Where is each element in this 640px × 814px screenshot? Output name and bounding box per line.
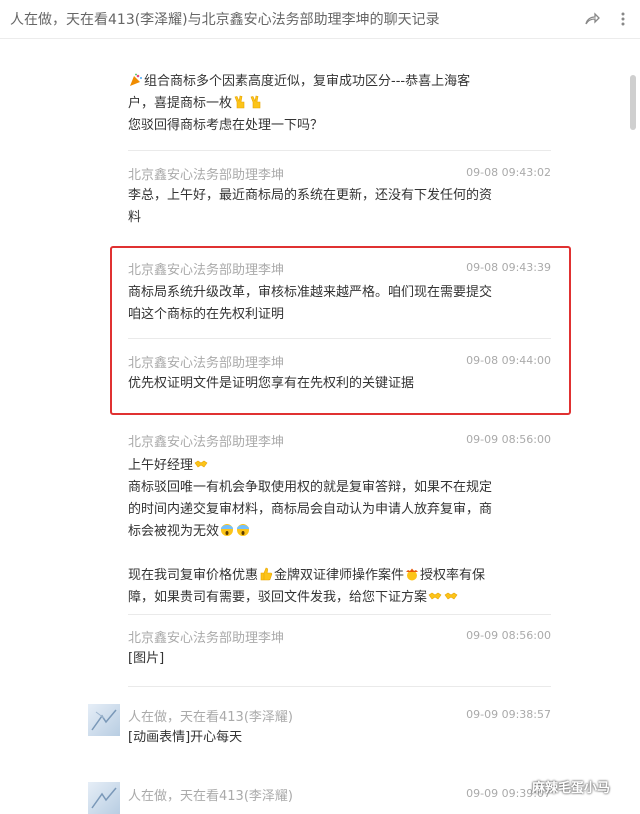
message-time: 09-08 09:43:02 bbox=[466, 166, 551, 179]
message-time: 09-08 09:43:39 bbox=[466, 261, 551, 274]
message-line: 障，如果贵司有需要，驳回文件发我，给您下证方案 bbox=[128, 590, 428, 605]
window-title: 人在做，天在看413(李泽耀)与北京鑫安心法务部助理李坤的聊天记录 bbox=[10, 12, 440, 28]
avatar[interactable] bbox=[88, 782, 120, 814]
cowboy-face-icon bbox=[406, 568, 419, 581]
message-divider bbox=[128, 614, 551, 615]
image-placeholder[interactable]: [图片] bbox=[128, 651, 164, 666]
message-line: 商标驳回唯一有机会争取使用权的就是复审答辩，如果不在规定 bbox=[128, 480, 493, 495]
victory-hand-icon bbox=[234, 95, 245, 109]
message-sender: 北京鑫安心法务部助理李坤 bbox=[128, 356, 285, 371]
message-line: 的时间内递交复审材料，商标局会自动认为申请人放弃复审，商 bbox=[128, 502, 493, 517]
handshake-icon bbox=[428, 592, 442, 600]
scrollbar[interactable] bbox=[626, 70, 636, 800]
avatar[interactable] bbox=[88, 704, 120, 736]
message-line: 现在我司复审价格优惠 bbox=[128, 568, 259, 583]
victory-hand-icon bbox=[250, 95, 261, 109]
share-icon[interactable] bbox=[583, 10, 601, 28]
message-body: [动画表情]开心每天 bbox=[128, 727, 548, 749]
handshake-icon bbox=[194, 460, 208, 468]
screaming-face-icon bbox=[221, 524, 234, 536]
watermark: 麻辣毛蛋小马 bbox=[532, 781, 611, 796]
message-sender: 人在做，天在看413(李泽耀) bbox=[128, 710, 293, 725]
screaming-face-icon bbox=[237, 524, 250, 536]
message-body: 李总，上午好，最近商标局的系统在更新，还没有下发任何的资 料 bbox=[128, 185, 548, 229]
message-divider bbox=[128, 686, 551, 687]
message-sender: 北京鑫安心法务部助理李坤 bbox=[128, 631, 285, 646]
avatar-image bbox=[91, 709, 117, 731]
message-line: 户，喜提商标一枚 bbox=[128, 96, 233, 111]
message-body: 上午好经理 商标驳回唯一有机会争取使用权的就是复审答辩，如果不在规定 的时间内递… bbox=[128, 455, 548, 609]
message-sender: 北京鑫安心法务部助理李坤 bbox=[128, 435, 285, 450]
message-sender: 北京鑫安心法务部助理李坤 bbox=[128, 168, 285, 183]
message-line: 组合商标多个因素高度近似，复审成功区分---恭喜上海客 bbox=[144, 74, 471, 89]
message-line: 优先权证明文件是证明您享有在先权利的关键证据 bbox=[128, 376, 415, 391]
message-sender: 北京鑫安心法务部助理李坤 bbox=[128, 263, 285, 278]
message-time: 09-09 09:38:57 bbox=[466, 708, 551, 721]
message-line: [动画表情]开心每天 bbox=[128, 730, 243, 745]
avatar-image bbox=[91, 787, 117, 809]
message-body: [图片] bbox=[128, 648, 548, 670]
scrollbar-thumb[interactable] bbox=[630, 75, 636, 130]
message-line: 金牌双证律师操作案件 bbox=[274, 568, 405, 583]
message-line: 上午好经理 bbox=[128, 458, 194, 473]
message-body: 商标局系统升级改革，审核标准越来越严格。咱们现在需要提交 咱这个商标的在先权利证… bbox=[128, 282, 548, 326]
message-time: 09-08 09:44:00 bbox=[466, 354, 551, 367]
more-icon[interactable] bbox=[614, 10, 632, 28]
window-titlebar: 人在做，天在看413(李泽耀)与北京鑫安心法务部助理李坤的聊天记录 bbox=[0, 0, 640, 39]
message-divider bbox=[128, 338, 551, 339]
message-line: 李总，上午好，最近商标局的系统在更新，还没有下发任何的资 bbox=[128, 188, 493, 203]
message-time: 09-09 08:56:00 bbox=[466, 433, 551, 446]
message-line: 标会被视为无效 bbox=[128, 524, 220, 539]
message-line: 您驳回得商标考虑在处理一下吗？ bbox=[128, 118, 324, 133]
message-line: 商标局系统升级改革，审核标准越来越严格。咱们现在需要提交 bbox=[128, 285, 493, 300]
message-time: 09-09 08:56:00 bbox=[466, 629, 551, 642]
thumbs-up-icon bbox=[260, 567, 273, 581]
message-line: 咱这个商标的在先权利证明 bbox=[128, 307, 285, 322]
message-line: 料 bbox=[128, 210, 142, 225]
party-popper-icon bbox=[130, 73, 142, 86]
message-body: 组合商标多个因素高度近似，复审成功区分---恭喜上海客 户，喜提商标一枚 您驳回… bbox=[128, 71, 548, 137]
message-sender: 人在做，天在看413(李泽耀) bbox=[128, 789, 293, 804]
message-divider bbox=[128, 150, 551, 151]
message-line: 授权率有保 bbox=[420, 568, 486, 583]
handshake-icon bbox=[444, 592, 458, 600]
message-body: 优先权证明文件是证明您享有在先权利的关键证据 bbox=[128, 373, 548, 395]
